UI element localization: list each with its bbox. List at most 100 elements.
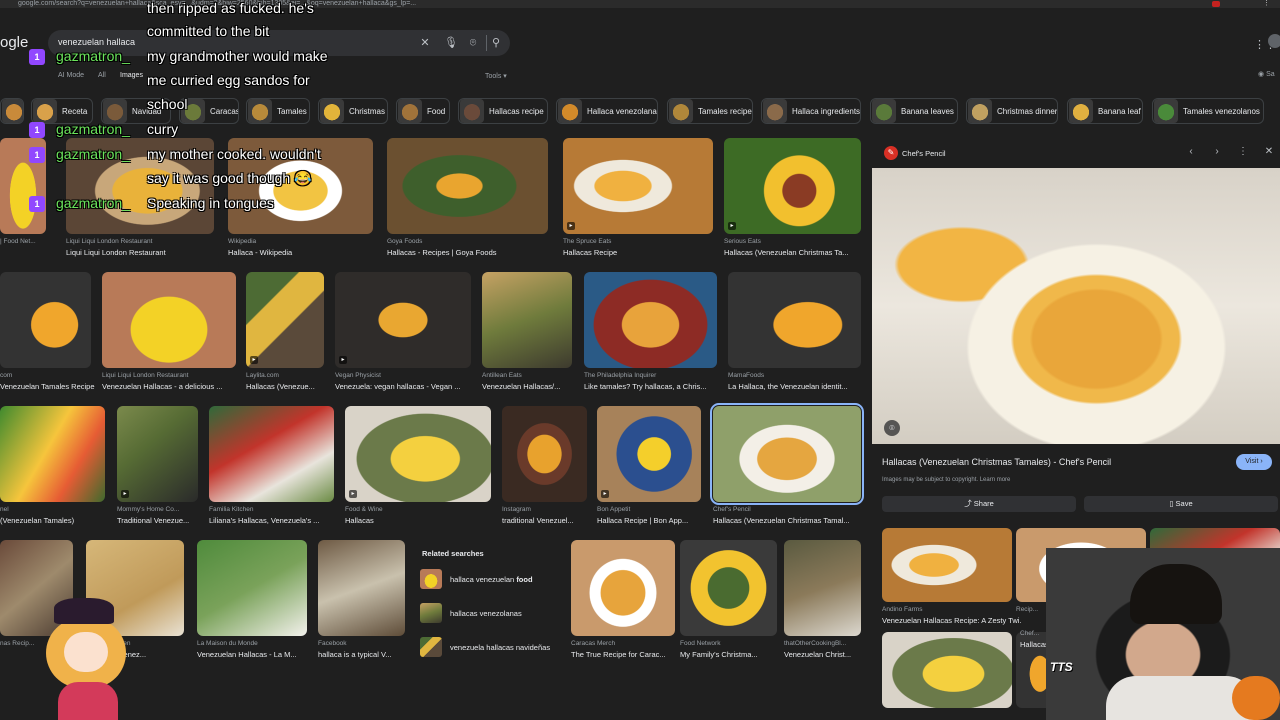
more-options-icon[interactable]: ⋮ bbox=[1236, 146, 1250, 157]
image-result-tile[interactable]: ▸ bbox=[246, 272, 324, 368]
related-search-item[interactable]: hallaca venezuelan food bbox=[420, 567, 564, 591]
image-result-title[interactable]: hallaca is a typical V... bbox=[318, 650, 409, 659]
tab-images[interactable]: Images bbox=[120, 72, 143, 79]
image-result-source: Liqui Liqui London Restaurant bbox=[102, 372, 189, 379]
refinement-chip[interactable]: Christmas dinner bbox=[966, 98, 1058, 124]
image-result-title[interactable]: Liliana's Hallacas, Venezuela's ... bbox=[209, 516, 338, 525]
search-input[interactable]: venezuelan hallaca bbox=[58, 37, 135, 47]
image-result-title[interactable]: Like tamales? Try hallacas, a Chris... bbox=[584, 382, 721, 391]
clear-icon[interactable]: ✕ bbox=[418, 36, 432, 50]
image-result-title[interactable]: traditional Venezuel... bbox=[502, 516, 591, 525]
preview-source[interactable]: Chef's Pencil bbox=[902, 149, 946, 158]
refinement-chip[interactable]: llanas bbox=[0, 98, 24, 124]
refinement-chip[interactable]: Hallacas recipe bbox=[458, 98, 548, 124]
image-result-title[interactable]: Hallacas Recipe bbox=[563, 248, 717, 257]
refinement-chip[interactable]: Food bbox=[396, 98, 450, 124]
image-result-tile[interactable] bbox=[502, 406, 587, 502]
image-result-tile[interactable]: ▸ bbox=[345, 406, 491, 502]
related-search-label: hallacas venezolanas bbox=[450, 608, 522, 618]
visit-button[interactable]: Visit › bbox=[1236, 454, 1272, 470]
share-button[interactable]: ⤴ Share bbox=[882, 496, 1076, 512]
image-result-tile[interactable]: ▸ bbox=[597, 406, 701, 502]
image-result-title[interactable]: La Hallaca, the Venezuelan identit... bbox=[728, 382, 865, 391]
save-button[interactable]: ▯ Save bbox=[1084, 496, 1278, 512]
next-arrow-icon[interactable]: › bbox=[1210, 146, 1224, 157]
image-result-thumbnail bbox=[597, 406, 701, 502]
image-result-tile[interactable] bbox=[584, 272, 717, 368]
image-result-tile[interactable] bbox=[784, 540, 861, 636]
image-result-tile[interactable]: ▸ bbox=[724, 138, 861, 234]
image-result-tile[interactable] bbox=[571, 540, 675, 636]
image-result-title[interactable]: Venezuelan Christ... bbox=[784, 650, 865, 659]
image-result-title[interactable]: Hallacas (Venezuelan Christmas Tamal... bbox=[713, 516, 865, 525]
refinement-chip[interactable]: Tamales bbox=[246, 98, 310, 124]
safesearch-button[interactable]: ◉ Sa bbox=[1258, 70, 1275, 78]
image-result-title[interactable]: Traditional Venezue... bbox=[117, 516, 202, 525]
refinement-chip[interactable]: Christmas bbox=[318, 98, 388, 124]
image-result-tile[interactable] bbox=[728, 272, 861, 368]
image-result-tile[interactable] bbox=[318, 540, 405, 636]
image-result-tile[interactable] bbox=[0, 272, 91, 368]
image-result-title[interactable]: Venezuela: vegan hallacas - Vegan ... bbox=[335, 382, 475, 391]
google-logo[interactable]: ogle bbox=[0, 34, 28, 51]
refinement-chip[interactable]: Hallaca ingredients bbox=[761, 98, 861, 124]
image-result-title[interactable]: Venezuelan Tamales Recipe... bbox=[0, 382, 95, 391]
image-result-tile[interactable]: ▸ bbox=[563, 138, 713, 234]
chip-label: Tamales bbox=[277, 106, 307, 116]
image-result-title[interactable]: My Family's Christma... bbox=[680, 650, 781, 659]
image-result-title[interactable]: Hallacas (Venezuelan Christmas Ta... bbox=[724, 248, 865, 257]
lens-icon[interactable]: ⌾ bbox=[884, 420, 900, 436]
image-result-tile[interactable] bbox=[680, 540, 777, 636]
chat-message: school bbox=[147, 96, 188, 112]
image-result-tile[interactable]: ▸ bbox=[117, 406, 198, 502]
image-result-tile[interactable] bbox=[710, 403, 864, 505]
tools-button[interactable]: Tools ▾ bbox=[485, 72, 507, 80]
refinement-chip[interactable]: Hallaca venezolana bbox=[556, 98, 658, 124]
preview-title[interactable]: Hallacas (Venezuelan Christmas Tamales) … bbox=[882, 457, 1111, 467]
close-icon[interactable]: ✕ bbox=[1262, 146, 1276, 157]
image-result-title[interactable]: Venezuelan Hallacas/... bbox=[482, 382, 576, 391]
image-result-title[interactable]: Liqui Liqui London Restaurant bbox=[66, 248, 218, 257]
related-image-tile[interactable] bbox=[882, 632, 1012, 708]
image-result-title[interactable]: Hallacas (Venezue... bbox=[246, 382, 328, 391]
image-result-tile[interactable] bbox=[197, 540, 307, 636]
refinement-chip[interactable]: Caracas bbox=[179, 98, 239, 124]
image-result-title[interactable]: Hallacas bbox=[345, 516, 495, 525]
image-result-title[interactable]: (Venezuelan Tamales) bbox=[0, 516, 109, 525]
previous-arrow-icon[interactable]: ‹ bbox=[1184, 146, 1198, 157]
refinement-chip[interactable]: Banana leaves bbox=[870, 98, 958, 124]
account-avatar[interactable] bbox=[1268, 34, 1280, 48]
image-result-title[interactable]: Hallaca - Wikipedia bbox=[228, 248, 377, 257]
refinement-chip[interactable]: Tamales recipe bbox=[667, 98, 753, 124]
camera-lens-icon[interactable]: ⌾ bbox=[466, 36, 480, 50]
image-result-tile[interactable] bbox=[209, 406, 334, 502]
image-result-title[interactable]: Hallaca Recipe | Bon App... bbox=[597, 516, 705, 525]
related-image-title[interactable]: Venezuelan Hallacas Recipe: A Zesty Twi.… bbox=[882, 616, 1022, 625]
related-search-item[interactable]: venezuela hallacas navideñas bbox=[420, 635, 564, 659]
image-result-tile[interactable] bbox=[102, 272, 236, 368]
image-result-title[interactable]: Venezuelan Hallacas - a delicious ... bbox=[102, 382, 240, 391]
image-result-source: Vegan Physicist bbox=[335, 372, 381, 379]
image-result-title[interactable]: Venezuelan Hallacas - La M... bbox=[197, 650, 311, 659]
image-result-source: Familia Kitchen bbox=[209, 506, 254, 513]
refinement-chip[interactable]: Tamales venezolanos bbox=[1152, 98, 1264, 124]
search-icon[interactable]: ⚲ bbox=[489, 36, 503, 50]
image-result-tile[interactable] bbox=[387, 138, 548, 234]
preview-image[interactable]: ⌾ bbox=[872, 168, 1280, 444]
related-image-tile[interactable] bbox=[882, 528, 1012, 602]
webcam-person-hair bbox=[1130, 564, 1222, 624]
tab-all[interactable]: All bbox=[98, 72, 106, 79]
subscriber-badge-icon: 1 bbox=[29, 196, 45, 212]
image-result-source: MamaFoods bbox=[728, 372, 765, 379]
refinement-chip[interactable]: Banana leaf bbox=[1067, 98, 1143, 124]
microphone-icon[interactable]: 🎙 bbox=[444, 36, 458, 50]
image-result-tile[interactable] bbox=[482, 272, 572, 368]
browser-menu-icon[interactable]: ⋮ bbox=[1263, 0, 1270, 8]
related-search-item[interactable]: hallacas venezolanas bbox=[420, 601, 564, 625]
source-favicon-icon: ✎ bbox=[884, 146, 898, 160]
image-result-title[interactable]: Hallacas - Recipes | Goya Foods bbox=[387, 248, 552, 257]
image-result-tile[interactable] bbox=[0, 406, 105, 502]
image-result-tile[interactable]: ▸ bbox=[335, 272, 471, 368]
image-result-title[interactable]: The True Recipe for Carac... bbox=[571, 650, 679, 659]
tab-ai-mode[interactable]: AI Mode bbox=[58, 72, 84, 79]
